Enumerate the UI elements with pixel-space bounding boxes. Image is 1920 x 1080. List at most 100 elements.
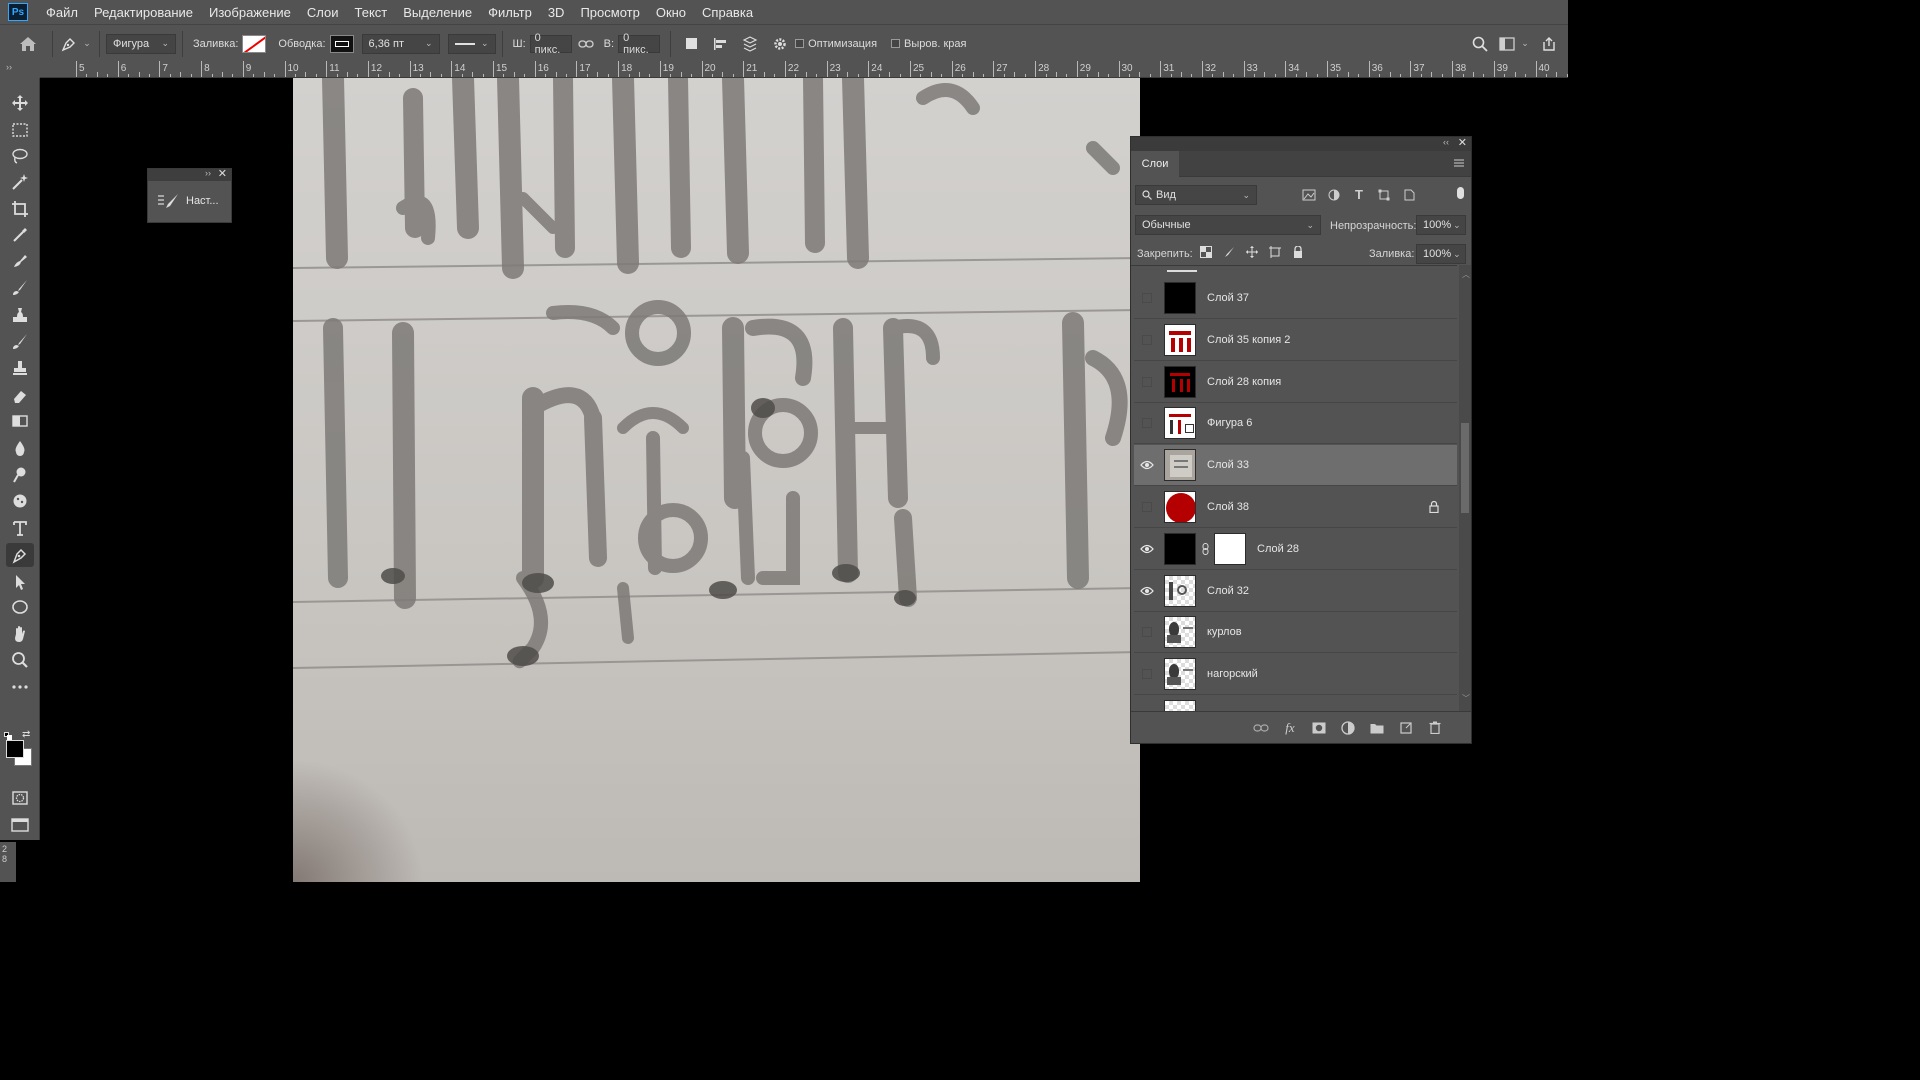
brush-settings-button[interactable]: Наст... [148,181,231,221]
layer-row[interactable]: Слой 28 [1134,529,1457,570]
close-icon[interactable]: ✕ [218,167,227,180]
layer-thumbnail[interactable] [1164,616,1196,649]
panel-menu-icon[interactable] [1453,157,1465,172]
visibility-toggle[interactable] [1134,612,1160,653]
pen-tool-icon[interactable] [6,543,34,567]
collapse-icon[interactable]: ‹‹ [1443,137,1449,147]
shape-mode-select[interactable]: Фигура ⌄ [106,33,176,54]
add-mask-icon[interactable] [1309,722,1329,734]
lock-all-icon[interactable] [1291,246,1305,258]
layer-row[interactable]: Слой 32 [1134,571,1457,612]
sponge-tool-icon[interactable] [6,489,34,513]
layer-thumbnail[interactable] [1164,574,1196,607]
eraser-tool-icon[interactable] [6,384,34,408]
chain-link-icon[interactable] [1199,542,1211,555]
layer-row-partial[interactable] [1134,696,1457,711]
menu-item-6[interactable]: Фильтр [480,5,540,20]
fill-swatch[interactable] [242,34,267,53]
eye-icon[interactable] [1134,528,1160,569]
blend-mode-select[interactable]: Обычные ⌄ [1135,215,1321,235]
scroll-down-icon[interactable]: ﹀ [1462,693,1470,704]
pixel-layer-filter-icon[interactable] [1301,187,1317,202]
blur-tool-icon[interactable] [6,436,34,460]
visibility-toggle[interactable] [1134,403,1160,444]
layer-filter-select[interactable]: Вид ⌄ [1135,185,1257,205]
workspace-icon[interactable]: ⌄ [1494,36,1534,51]
layers-panel-titlebar[interactable]: ‹‹ ✕ [1131,137,1471,151]
home-icon[interactable] [10,36,46,52]
layer-thumbnail[interactable] [1164,658,1196,691]
menu-item-2[interactable]: Изображение [201,5,299,20]
lock-transparent-pixels-icon[interactable] [1199,246,1213,258]
layer-thumbnail[interactable] [1164,282,1196,314]
layer-thumbnail[interactable] [1164,491,1196,523]
crop-tool-icon[interactable] [6,197,34,221]
gradient-tool-icon[interactable] [6,409,34,433]
layer-row[interactable]: Слой 38 [1134,487,1457,528]
layer-row[interactable]: нагорский [1134,654,1457,696]
document-canvas[interactable] [293,78,1140,882]
filter-toggle[interactable] [1457,187,1464,199]
foreground-color-swatch[interactable] [6,740,24,758]
move-tool-icon[interactable] [6,91,34,115]
menu-item-8[interactable]: Просмотр [572,5,647,20]
visibility-toggle[interactable] [1134,361,1160,402]
mini-panel-header[interactable]: ›› ✕ [148,167,231,181]
pen-tool-preset-icon[interactable]: ⌄ [59,36,93,52]
width-input[interactable]: 0 пикс. [529,32,572,56]
layer-style-fx-icon[interactable]: fx [1280,720,1300,736]
menu-item-9[interactable]: Окно [648,5,694,20]
horizontal-ruler[interactable]: 5 6 7 8 9 10 11 12 13 14 15 16 17 18 19 20 21 22 23 24 25 26 2… [40,61,1568,78]
swap-colors-icon[interactable]: ⇄ [22,729,30,740]
path-alignment-icon[interactable] [705,36,735,52]
layer-thumbnail[interactable] [1164,532,1196,565]
scrollbar-thumb[interactable] [1461,423,1469,513]
clone-stamp-tool-icon[interactable] [6,303,34,327]
link-layers-icon[interactable] [1251,723,1271,733]
menu-item-4[interactable]: Текст [347,5,396,20]
quick-mask-icon[interactable] [6,786,34,810]
brush-tool-icon[interactable] [6,276,34,300]
eyedropper-tool-icon[interactable] [6,223,34,247]
lock-position-icon[interactable] [1245,246,1259,258]
layer-row[interactable]: Слой 37 [1134,278,1457,319]
opacity-input[interactable]: 100% ⌄ [1416,215,1466,235]
screen-mode-icon[interactable] [6,813,34,837]
layer-thumbnail[interactable] [1164,365,1196,398]
stroke-swatch[interactable] [329,34,354,53]
gear-icon[interactable] [765,36,795,52]
layer-row[interactable]: Слой 33 [1134,445,1457,487]
menu-item-0[interactable]: Файл [38,5,86,20]
close-icon[interactable]: ✕ [1458,136,1467,149]
menu-item-1[interactable]: Редактирование [86,5,201,20]
layer-row[interactable]: Слой 35 копия 2 [1134,320,1457,361]
stamp-tool-icon[interactable] [6,356,34,380]
visibility-toggle[interactable] [1134,654,1160,695]
marquee-tool-icon[interactable] [6,118,34,142]
magic-wand-tool-icon[interactable] [6,170,34,194]
collapse-icon[interactable]: ›› [6,62,12,72]
new-group-icon[interactable] [1367,722,1387,734]
delete-layer-icon[interactable] [1425,721,1445,734]
adjustment-layer-filter-icon[interactable] [1326,187,1342,202]
search-icon[interactable] [1466,36,1494,52]
height-input[interactable]: 0 пикс. [618,32,661,56]
layer-mask-thumbnail[interactable] [1214,532,1246,565]
lock-image-pixels-icon[interactable] [1222,246,1236,258]
smart-object-filter-icon[interactable] [1401,187,1417,202]
layer-row[interactable]: Слой 28 копия [1134,362,1457,403]
adjustment-layer-icon[interactable] [1338,720,1358,735]
zoom-tool-icon[interactable] [6,648,34,672]
more-tools-icon[interactable] [6,675,34,699]
type-layer-filter-icon[interactable]: T [1351,187,1367,202]
eye-icon[interactable] [1134,570,1160,611]
path-operations-icon[interactable] [677,38,705,49]
default-colors-icon[interactable] [4,732,12,740]
visibility-toggle[interactable] [1134,319,1160,360]
healing-brush-tool-icon[interactable] [6,249,34,273]
hand-tool-icon[interactable] [6,622,34,646]
lasso-tool-icon[interactable] [6,144,34,168]
layer-thumbnail[interactable] [1164,407,1196,440]
collapse-icon[interactable]: ›› [205,168,211,178]
stroke-type-select[interactable]: ⌄ [447,33,496,54]
